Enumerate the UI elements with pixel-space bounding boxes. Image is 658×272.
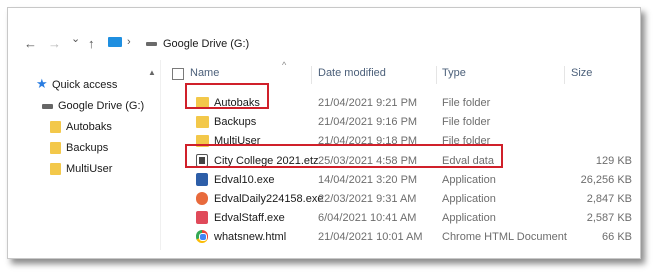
- edval10-app-icon: [196, 173, 208, 186]
- file-size: 2,847 KB: [586, 193, 632, 205]
- file-date: 21/04/2021 10:01 AM: [318, 231, 423, 243]
- edval-staff-app-icon: [196, 211, 208, 224]
- file-name: EdvalDaily224158.exe: [214, 193, 324, 205]
- folder-icon: [50, 121, 61, 133]
- folder-icon: [50, 142, 61, 154]
- drive-icon: [42, 104, 53, 109]
- address-path[interactable]: Google Drive (G:): [163, 38, 249, 50]
- column-header-type[interactable]: Type: [442, 67, 466, 79]
- column-header-name[interactable]: Name: [190, 67, 219, 79]
- file-type: Application: [442, 193, 496, 205]
- forward-arrow-icon[interactable]: →: [48, 36, 61, 51]
- address-bar-row: ← → ⌄ ↑ › Google Drive (G:): [8, 30, 640, 54]
- file-name: Backups: [214, 116, 257, 128]
- recent-locations-chevron-icon[interactable]: ⌄: [71, 32, 80, 45]
- nav-item-label: Google Drive (G:): [58, 100, 145, 112]
- explorer-window: ← → ⌄ ↑ › Google Drive (G:) ★ Quick acce…: [7, 7, 641, 259]
- navigation-pane: ★ Quick access Google Drive (G:) Autobak…: [8, 66, 148, 246]
- file-row-edval-daily[interactable]: EdvalDaily224158.exe 22/03/2021 9:31 AM …: [168, 190, 638, 209]
- file-size: 26,256 KB: [580, 174, 632, 186]
- file-date: 6/04/2021 10:41 AM: [318, 212, 417, 224]
- select-all-checkbox[interactable]: [172, 68, 184, 80]
- folder-icon: [50, 163, 61, 175]
- file-type: Chrome HTML Document: [442, 231, 567, 243]
- scroll-up-arrow-icon[interactable]: ▲: [148, 68, 156, 77]
- file-size: 2,587 KB: [586, 212, 632, 224]
- column-divider[interactable]: [436, 66, 437, 84]
- file-row-edval-staff[interactable]: EdvalStaff.exe 6/04/2021 10:41 AM Applic…: [168, 209, 638, 228]
- back-arrow-icon[interactable]: ←: [24, 36, 37, 51]
- file-row-backups[interactable]: Backups 21/04/2021 9:16 PM File folder: [168, 113, 638, 132]
- column-header-size[interactable]: Size: [571, 67, 592, 79]
- file-row-edval10[interactable]: Edval10.exe 14/04/2021 3:20 PM Applicati…: [168, 171, 638, 190]
- pane-divider: [160, 60, 161, 250]
- folder-icon: [196, 116, 209, 128]
- column-divider[interactable]: [564, 66, 565, 84]
- drive-icon: [146, 42, 157, 46]
- column-header-date-modified[interactable]: Date modified: [318, 67, 386, 79]
- file-date: 21/04/2021 9:21 PM: [318, 97, 418, 109]
- nav-item-label: Backups: [66, 142, 109, 154]
- file-type: Application: [442, 174, 496, 186]
- edval-daily-app-icon: [196, 192, 208, 205]
- file-type: Application: [442, 212, 496, 224]
- star-icon: ★: [36, 76, 48, 91]
- sort-caret-icon: ^: [282, 60, 287, 70]
- file-date: 14/04/2021 3:20 PM: [318, 174, 418, 186]
- nav-item-label: Quick access: [52, 79, 118, 91]
- up-arrow-icon[interactable]: ↑: [88, 36, 95, 51]
- this-pc-icon[interactable]: [108, 37, 122, 47]
- file-size: 129 KB: [595, 155, 632, 167]
- file-row-whatsnew[interactable]: whatsnew.html 21/04/2021 10:01 AM Chrome…: [168, 228, 638, 247]
- file-type: File folder: [442, 97, 491, 109]
- file-date: 22/03/2021 9:31 AM: [318, 193, 417, 205]
- file-name: Edval10.exe: [214, 174, 275, 186]
- highlight-box-autobaks: [185, 83, 269, 109]
- nav-item-label: Autobaks: [66, 121, 112, 133]
- nav-item-label: MultiUser: [66, 163, 113, 175]
- file-name: whatsnew.html: [214, 231, 287, 243]
- highlight-box-etz-row: [185, 144, 503, 168]
- file-type: File folder: [442, 116, 491, 128]
- column-divider[interactable]: [311, 66, 312, 84]
- breadcrumb-chevron-icon[interactable]: ›: [127, 36, 131, 48]
- file-name: EdvalStaff.exe: [214, 212, 285, 224]
- file-size: 66 KB: [602, 231, 632, 243]
- chrome-html-icon: [196, 230, 208, 243]
- file-date: 21/04/2021 9:16 PM: [318, 116, 418, 128]
